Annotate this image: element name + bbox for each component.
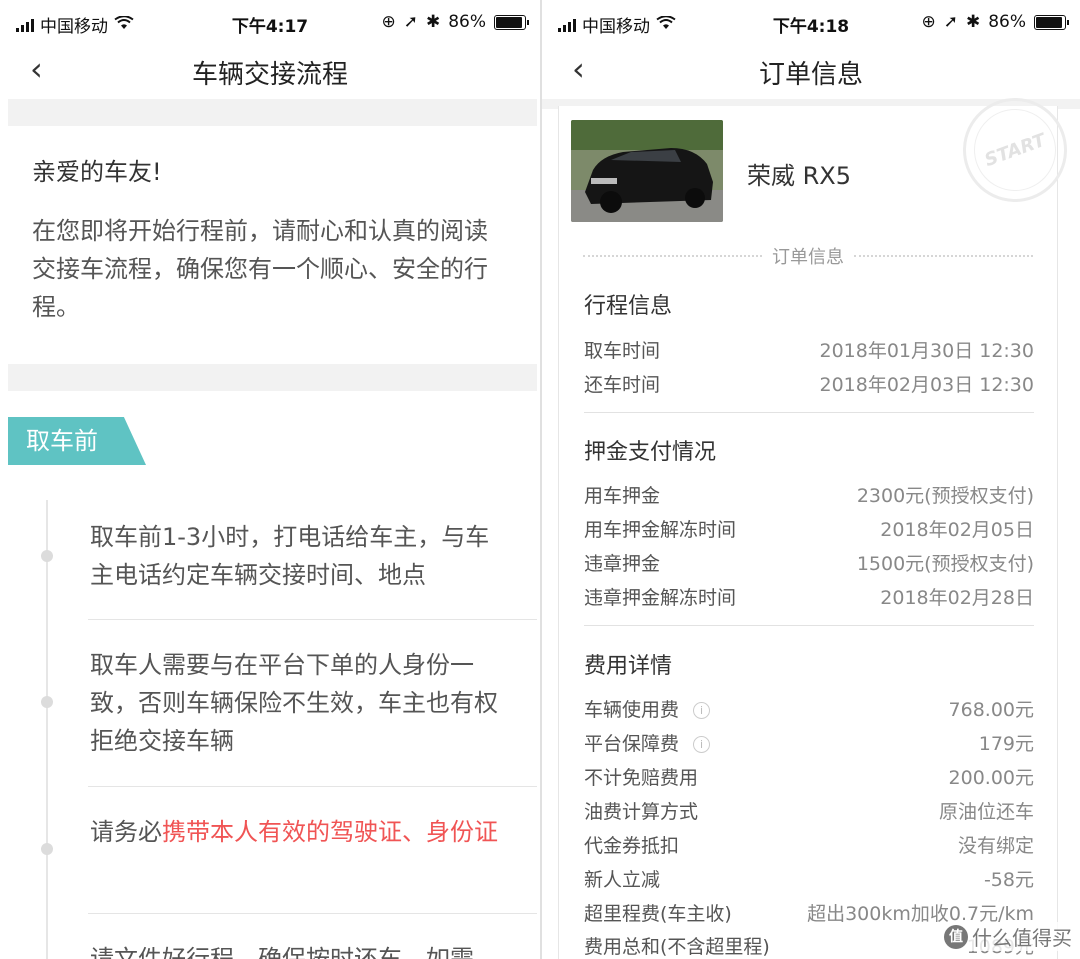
row-value: 2300元(预授权支付) — [856, 485, 1034, 507]
row-value: 原油位还车 — [938, 801, 1034, 823]
section-divider-line — [584, 625, 1034, 626]
car-name: 荣威 RX5 — [747, 162, 852, 190]
step-divider — [88, 913, 537, 914]
row-value: 2018年01月30日 12:30 — [819, 340, 1034, 362]
bluetooth-icon: ✱ — [425, 12, 441, 32]
info-row: 不计免赔费用 200.00元 — [584, 763, 1034, 793]
row-label: 车辆使用费 — [584, 699, 680, 721]
section-gap — [8, 99, 537, 126]
page-title: 车辆交接流程 — [191, 60, 348, 90]
row-label: 还车时间 — [584, 374, 661, 396]
trip-heading: 行程信息 — [584, 294, 673, 319]
row-value: 2018年02月28日 — [880, 587, 1034, 609]
row-label: 费用总和(不含超里程) — [584, 936, 770, 958]
step-item: 取车前1-3小时，打电话给车主，与车主电话约定车辆交接时间、地点 — [90, 523, 490, 589]
orientation-lock-icon: ⊕ — [921, 12, 936, 32]
row-label: 油费计算方式 — [584, 801, 699, 823]
location-icon: ➚ — [403, 12, 418, 32]
row-value: 768.00元 — [948, 699, 1034, 721]
step-divider — [88, 619, 537, 620]
row-label: 用车押金 — [584, 485, 661, 507]
battery-percent: 86% — [988, 12, 1026, 32]
step-item: 请务必携带本人有效的驾驶证、身份证 — [90, 813, 510, 851]
info-row: 违章押金 1500元(预授权支付) — [584, 549, 1034, 579]
info-row: 油费计算方式 原油位还车 — [584, 797, 1034, 827]
info-row: 还车时间 2018年02月03日 12:30 — [584, 370, 1034, 400]
info-row: 违章押金解冻时间 2018年02月28日 — [584, 583, 1034, 613]
row-label: 代金券抵扣 — [584, 835, 680, 857]
deposit-heading: 押金支付情况 — [584, 440, 717, 465]
car-photo — [571, 120, 723, 222]
watermark: 值 什么值得买 — [944, 922, 1072, 951]
row-value: -58元 — [983, 869, 1034, 891]
location-icon: ➚ — [943, 12, 958, 32]
row-label: 违章押金解冻时间 — [584, 587, 737, 609]
info-row: 用车押金 2300元(预授权支付) — [584, 481, 1034, 511]
section-tag: 取车前 — [8, 417, 146, 465]
info-row: 平台保障费 i 179元 — [584, 729, 1034, 759]
step-item: 请文件好行程，确保按时还车，如需 — [90, 945, 474, 959]
step-divider — [88, 786, 537, 787]
row-value: 2018年02月03日 12:30 — [819, 374, 1034, 396]
row-value: 没有绑定 — [957, 835, 1034, 857]
status-bar: 中国移动 下午4:18 ⊕ ➚ ✱ 86% — [542, 0, 1080, 44]
info-icon[interactable]: i — [693, 736, 711, 753]
section-gap — [8, 364, 537, 391]
info-row: 车辆使用费 i 768.00元 — [584, 695, 1034, 725]
info-row: 代金券抵扣 没有绑定 — [584, 831, 1034, 861]
status-bar: 中国移动 下午4:17 ⊕ ➚ ✱ 86% — [0, 0, 540, 44]
left-screen: 中国移动 下午4:17 ⊕ ➚ ✱ 86% ‹ 车辆交接流程 亲爱的车友! 在您… — [0, 0, 540, 959]
row-label: 平台保障费 — [584, 733, 680, 755]
section-divider: 订单信息 — [583, 244, 1033, 268]
battery-icon — [494, 14, 529, 30]
step-text: 请务必 — [90, 818, 162, 846]
timeline-line — [46, 500, 48, 959]
section-label: 订单信息 — [772, 247, 844, 268]
orientation-lock-icon: ⊕ — [381, 12, 396, 32]
row-label: 超里程费(车主收) — [584, 903, 732, 925]
battery-icon — [1034, 14, 1069, 30]
order-card: 荣威 RX5 START 订单信息 行程信息 取车时间 2018年01月30日 … — [558, 83, 1080, 959]
row-value: 1500元(预授权支付) — [856, 553, 1034, 575]
row-label: 取车时间 — [584, 340, 661, 362]
info-row: 用车押金解冻时间 2018年02月05日 — [584, 515, 1034, 545]
timeline-dot — [41, 550, 53, 562]
right-screen: 中国移动 下午4:18 ⊕ ➚ ✱ 86% ‹ 订单信息 荣威 RX5 STAR… — [542, 0, 1080, 959]
step-highlight: 携带本人有效的驾驶证、身份证 — [162, 818, 498, 846]
row-label: 新人立减 — [584, 869, 661, 891]
greeting-text: 亲爱的车友! — [32, 158, 162, 186]
fees-heading: 费用详情 — [584, 654, 673, 679]
section-divider-line — [584, 412, 1034, 413]
row-label: 违章押金 — [584, 553, 661, 575]
timeline-dot — [41, 843, 53, 855]
battery-percent: 86% — [448, 12, 486, 32]
row-value: 200.00元 — [948, 767, 1034, 789]
watermark-text: 什么值得买 — [972, 926, 1072, 950]
page-title: 订单信息 — [758, 60, 863, 90]
row-label: 不计免赔费用 — [584, 767, 699, 789]
nav-bar: ‹ 订单信息 — [542, 44, 1080, 98]
nav-bar: ‹ 车辆交接流程 — [0, 44, 540, 98]
row-value: 2018年02月05日 — [880, 519, 1034, 541]
timeline-dot — [41, 696, 53, 708]
intro-paragraph: 在您即将开始行程前，请耐心和认真的阅读交接车流程，确保您有一个顺心、安全的行程。 — [32, 217, 488, 321]
step-item: 取车人需要与在平台下单的人身份一致，否则车辆保险不生效，车主也有权拒绝交接车辆 — [90, 651, 498, 755]
row-label: 用车押金解冻时间 — [584, 519, 737, 541]
watermark-logo-icon: 值 — [944, 924, 968, 949]
info-icon[interactable]: i — [693, 702, 711, 719]
info-row: 取车时间 2018年01月30日 12:30 — [584, 336, 1034, 366]
row-value: 179元 — [978, 733, 1034, 755]
info-row: 新人立减 -58元 — [584, 865, 1034, 895]
bluetooth-icon: ✱ — [965, 12, 981, 32]
